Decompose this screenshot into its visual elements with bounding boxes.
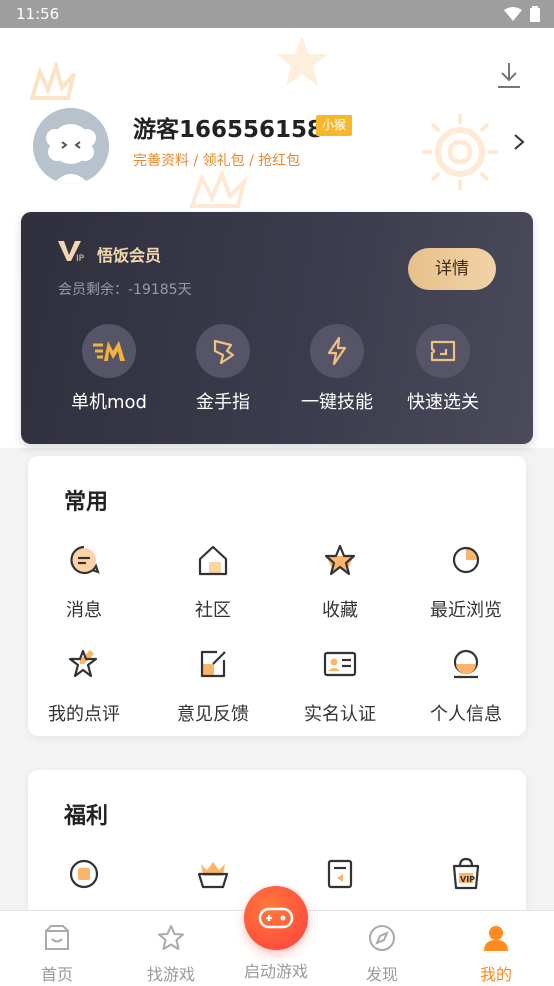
- nav-label: 找游戏: [146, 965, 195, 984]
- common-item-community[interactable]: 社区: [153, 542, 273, 622]
- lightning-icon: [310, 324, 364, 378]
- compass-icon: [369, 925, 395, 951]
- svg-text:IP: IP: [76, 254, 85, 263]
- section-title: 福利: [64, 804, 109, 829]
- crown-box-icon: [197, 862, 229, 889]
- nav-home[interactable]: 首页: [2, 923, 112, 985]
- decor-sun-icon: [422, 114, 498, 190]
- chevron-right-icon[interactable]: [512, 132, 526, 152]
- mod-icon: [82, 324, 136, 378]
- home-icon: [45, 925, 69, 950]
- nav-mine[interactable]: 我的: [441, 923, 551, 985]
- star-icon: [158, 925, 184, 950]
- status-bar: 11:56: [0, 0, 554, 28]
- vip-feature-one-key-skill[interactable]: 一键技能: [277, 324, 397, 414]
- common-item-favorite[interactable]: 收藏: [280, 542, 400, 622]
- status-time: 11:56: [16, 5, 60, 23]
- welfare-item-3[interactable]: [280, 856, 400, 896]
- level-select-icon: [416, 324, 470, 378]
- vip-title: 悟饭会员: [97, 246, 162, 265]
- decor-star-icon: [276, 36, 328, 86]
- vip-feature-label: 金手指: [196, 392, 250, 413]
- common-item-message[interactable]: 消息: [24, 542, 144, 622]
- favorite-icon: [324, 544, 356, 576]
- review-icon: [68, 649, 98, 678]
- level-badge: 小猴: [316, 115, 353, 136]
- svg-text:VIP: VIP: [460, 875, 475, 884]
- common-section: 常用 消息 社区 收藏 最近浏览 我的点评 意见反馈 实名认证 个人信息: [28, 456, 526, 736]
- common-item-label: 个人信息: [430, 704, 502, 725]
- common-item-label: 社区: [195, 600, 231, 621]
- common-item-label: 消息: [66, 600, 102, 621]
- welfare-item-1[interactable]: [24, 856, 144, 896]
- vip-feature-golden-finger[interactable]: 金手指: [163, 324, 283, 414]
- common-item-label: 意见反馈: [177, 704, 249, 725]
- gamepad-icon: [258, 907, 294, 929]
- nav-label: 发现: [365, 965, 398, 984]
- id-card-icon: [323, 651, 357, 677]
- common-item-personal-info[interactable]: 个人信息: [406, 646, 526, 726]
- vip-logo-icon: IP: [58, 241, 85, 263]
- vip-feature-mod[interactable]: 单机mod: [49, 324, 169, 414]
- common-item-feedback[interactable]: 意见反馈: [153, 646, 273, 726]
- status-icons: [504, 6, 540, 22]
- launch-game-label: 启动游戏: [243, 962, 308, 981]
- ticket-icon: [327, 859, 353, 889]
- common-item-label: 我的点评: [48, 704, 120, 725]
- avatar[interactable]: [33, 108, 109, 184]
- community-icon: [198, 545, 228, 576]
- vip-feature-label: 快速选关: [407, 392, 479, 413]
- decor-burst-icon: [189, 170, 248, 208]
- common-item-review[interactable]: 我的点评: [24, 646, 144, 726]
- nav-discover[interactable]: 发现: [327, 923, 437, 985]
- launch-game-button[interactable]: [244, 886, 308, 950]
- common-item-recent[interactable]: 最近浏览: [406, 542, 526, 622]
- vip-card[interactable]: IP 悟饭会员 会员剩余：-19185天 详情 单机mod 金手指 一键技能 快…: [21, 212, 533, 444]
- vip-remaining: 会员剩余：-19185天: [58, 282, 192, 298]
- nav-label: 首页: [40, 965, 73, 984]
- vip-feature-label: 单机mod: [71, 392, 147, 413]
- message-icon: [70, 545, 100, 575]
- download-icon[interactable]: [494, 60, 524, 92]
- section-title: 常用: [64, 490, 109, 515]
- username[interactable]: 游客166556158: [133, 110, 323, 144]
- golden-finger-icon: [196, 324, 250, 378]
- nav-find-game[interactable]: 找游戏: [116, 923, 226, 985]
- vip-feature-label: 一键技能: [301, 392, 373, 413]
- personal-info-icon: [453, 649, 479, 679]
- welfare-item-2[interactable]: [153, 856, 273, 896]
- battery-icon: [530, 6, 540, 22]
- wifi-icon: [504, 7, 522, 21]
- welfare-item-4[interactable]: VIP: [406, 856, 526, 896]
- vip-bag-icon: VIP: [452, 857, 480, 890]
- guest-avatar-icon: [33, 108, 109, 184]
- recent-icon: [452, 546, 480, 574]
- profile-subtitle-link[interactable]: 完善资料 / 领礼包 / 抢红包: [133, 150, 300, 170]
- common-item-real-name[interactable]: 实名认证: [280, 646, 400, 726]
- common-item-label: 实名认证: [304, 704, 376, 725]
- coin-icon: [69, 859, 99, 889]
- vip-feature-quick-level[interactable]: 快速选关: [383, 324, 503, 414]
- decor-burst-icon: [29, 62, 76, 100]
- common-item-label: 收藏: [322, 600, 358, 621]
- nav-label: 我的: [479, 965, 512, 984]
- feedback-icon: [200, 650, 226, 678]
- common-item-label: 最近浏览: [430, 600, 502, 621]
- vip-detail-button[interactable]: 详情: [408, 248, 496, 290]
- user-icon: [484, 926, 508, 951]
